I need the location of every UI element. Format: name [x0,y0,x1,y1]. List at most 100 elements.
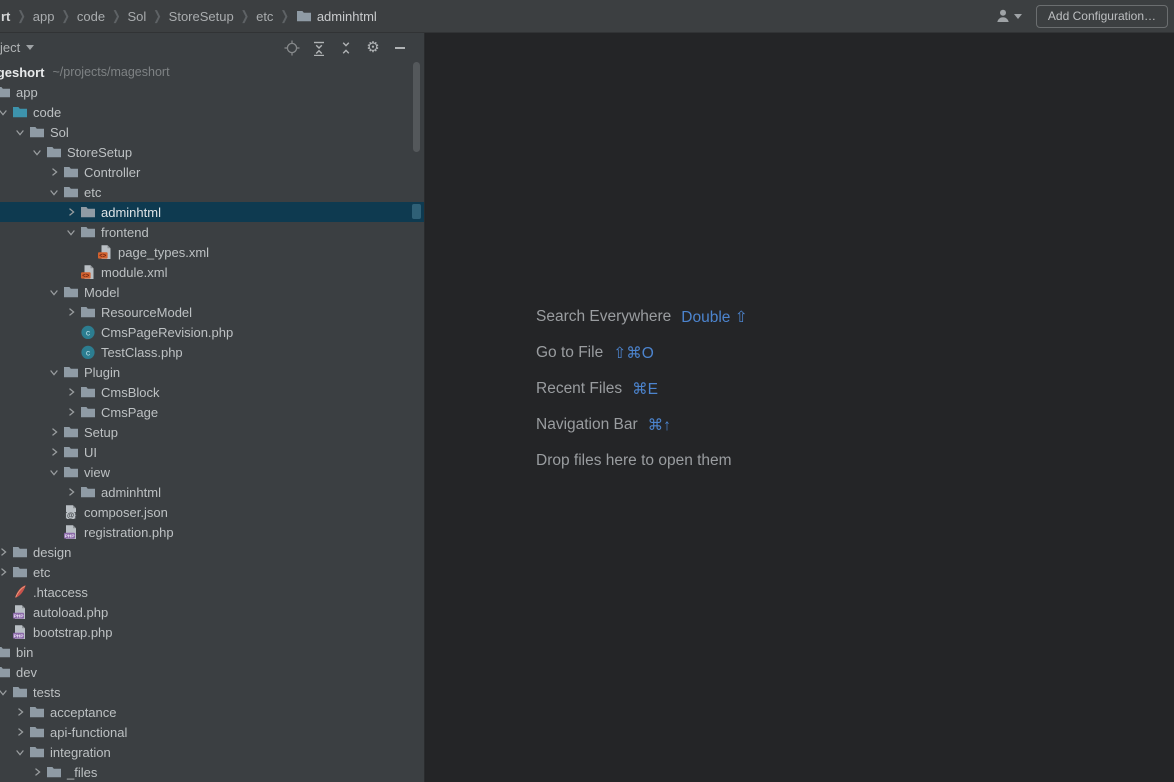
tree-scrollbar-thumb[interactable] [413,62,420,152]
tree-row[interactable]: etc [0,182,425,202]
folder-icon [80,404,96,420]
folder-icon [12,684,28,700]
tree-row[interactable]: PHPbootstrap.php [0,622,425,642]
tree-row[interactable]: UI [0,442,425,462]
tree-row[interactable]: cTestClass.php [0,342,425,362]
tree-row[interactable]: Controller [0,162,425,182]
breadcrumb-item[interactable]: Sol [127,9,146,24]
tree-item-label: adminhtml [101,205,161,220]
locate-icon[interactable] [284,40,300,56]
tree-row[interactable]: app [0,82,425,102]
tree-item-label: acceptance [50,705,117,720]
chevron-expanded-icon[interactable] [0,684,12,700]
tree-row[interactable]: Plugin [0,362,425,382]
chevron-expanded-icon[interactable] [45,464,63,480]
settings-icon[interactable]: ⚙ [365,40,381,56]
project-panel-header: ject ⚙ [0,33,424,62]
tree-row[interactable]: view [0,462,425,482]
folder-icon [29,124,45,140]
svg-text:PHP: PHP [65,533,76,539]
tree-row[interactable]: cCmsPageRevision.php [0,322,425,342]
collapse-all-icon[interactable] [338,40,354,56]
expand-all-icon[interactable] [311,40,327,56]
folder-icon [46,764,62,780]
tree-item-label: tests [33,685,60,700]
tree-row[interactable]: <>page_types.xml [0,242,425,262]
chevron-collapsed-icon[interactable] [45,444,63,460]
tree-item-label: CmsPage [101,405,158,420]
chevron-expanded-icon[interactable] [11,744,29,760]
tree-row[interactable]: frontend [0,222,425,242]
chevron-collapsed-icon[interactable] [62,484,80,500]
tree-row[interactable]: integration [0,742,425,762]
tree-item-label: StoreSetup [67,145,132,160]
chevron-collapsed-icon[interactable] [62,204,80,220]
svg-text:PHP: PHP [14,613,25,619]
tree-row[interactable]: api-functional [0,722,425,742]
tree-row[interactable]: {@}composer.json [0,502,425,522]
tree-row[interactable]: CmsPage [0,402,425,422]
chevron-expanded-icon[interactable] [45,284,63,300]
chevron-collapsed-icon[interactable] [28,764,46,780]
folder-icon [29,704,45,720]
tree-row[interactable]: dev [0,662,425,682]
svg-text:{@}: {@} [64,511,77,520]
tree-row[interactable]: .htaccess [0,582,425,602]
breadcrumb-item[interactable]: adminhtml [296,8,377,24]
tree-row[interactable]: design [0,542,425,562]
folder-icon [12,544,28,560]
tree-row[interactable]: StoreSetup [0,142,425,162]
user-dropdown[interactable] [995,8,1022,24]
chevron-collapsed-icon[interactable] [62,404,80,420]
breadcrumb-item[interactable]: rt [1,9,10,24]
chevron-collapsed-icon[interactable] [45,424,63,440]
tree-row[interactable]: acceptance [0,702,425,722]
shortcut-hint-row: Search EverywhereDouble ⇧ [536,299,748,335]
chevron-collapsed-icon[interactable] [62,304,80,320]
folder-icon [296,8,312,24]
tree-item-label: _files [67,765,97,780]
chevron-expanded-icon[interactable] [62,224,80,240]
chevron-expanded-icon[interactable] [45,364,63,380]
tree-row[interactable]: mageshort~/projects/mageshort [0,62,425,82]
tree-item-label: api-functional [50,725,127,740]
breadcrumb-item[interactable]: StoreSetup [169,9,234,24]
tree-item-label: autoload.php [33,605,108,620]
tree-row[interactable]: Model [0,282,425,302]
breadcrumb-item[interactable]: etc [256,9,273,24]
tree-row[interactable]: Sol [0,122,425,142]
tree-row[interactable]: etc [0,562,425,582]
chevron-expanded-icon[interactable] [11,124,29,140]
tree-row[interactable]: _files [0,762,425,782]
chevron-collapsed-icon[interactable] [0,544,12,560]
chevron-collapsed-icon[interactable] [62,384,80,400]
tree-row[interactable]: adminhtml [0,482,425,502]
chevron-collapsed-icon[interactable] [45,164,63,180]
chevron-slot [0,584,12,600]
add-configuration-button[interactable]: Add Configuration… [1036,5,1168,28]
tree-row[interactable]: code [0,102,425,122]
tree-row[interactable]: adminhtml [0,202,425,222]
project-panel-title[interactable]: ject [0,40,34,55]
chevron-collapsed-icon[interactable] [0,564,12,580]
tree-row[interactable]: ResourceModel [0,302,425,322]
tree-row[interactable]: PHP autoload.php [0,602,425,622]
tree-row[interactable]: Setup [0,422,425,442]
shortcut-label: Drop files here to open them [536,452,732,470]
chevron-collapsed-icon[interactable] [11,724,29,740]
breadcrumb-item[interactable]: app [33,9,55,24]
tree-item-label: frontend [101,225,149,240]
tree-row[interactable]: <>module.xml [0,262,425,282]
tree-row[interactable]: bin [0,642,425,662]
tree-row[interactable]: CmsBlock [0,382,425,402]
tree-row[interactable]: PHPregistration.php [0,522,425,542]
chevron-expanded-icon[interactable] [28,144,46,160]
chevron-expanded-icon[interactable] [45,184,63,200]
breadcrumb-item[interactable]: code [77,9,105,24]
tree-row[interactable]: tests [0,682,425,702]
hide-icon[interactable] [392,40,408,56]
chevron-expanded-icon[interactable] [0,104,12,120]
svg-text:<>: <> [99,253,107,259]
shortcut-keys: ⇧⌘O [613,344,654,363]
chevron-collapsed-icon[interactable] [11,704,29,720]
